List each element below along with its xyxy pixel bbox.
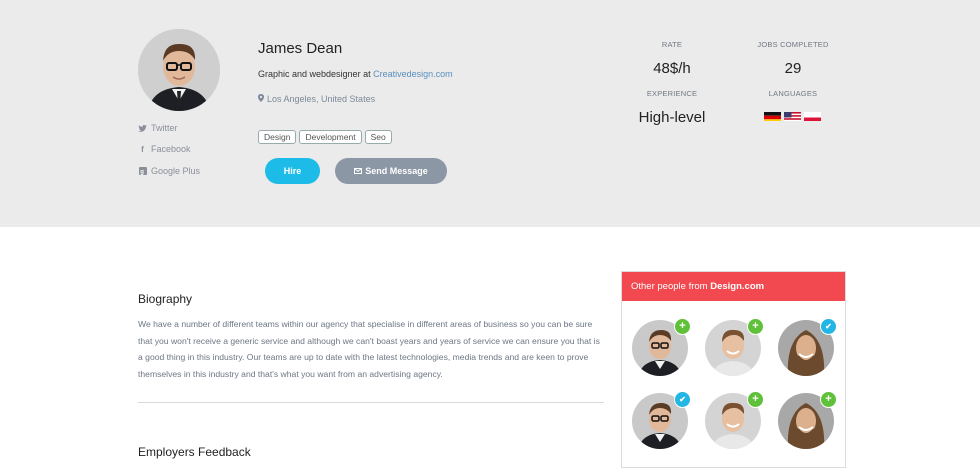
svg-text:g: g bbox=[140, 169, 144, 175]
rate-value: 48$/h bbox=[653, 60, 691, 77]
location-text: Los Angeles, United States bbox=[267, 94, 376, 104]
profile-name: James Dean bbox=[258, 40, 343, 57]
send-message-button[interactable]: Send Message bbox=[335, 158, 447, 184]
skill-tags: Design Development Seo bbox=[258, 130, 392, 144]
profile-role: Graphic and webdesigner at Creativedesig… bbox=[258, 69, 453, 79]
facebook-icon: f bbox=[141, 144, 144, 154]
social-twitter-link[interactable]: Twitter bbox=[138, 123, 178, 133]
jobs-completed-value: 29 bbox=[784, 60, 802, 77]
jobs-completed-label: JOBS COMPLETED bbox=[757, 40, 829, 49]
language-flags bbox=[764, 110, 821, 121]
google-plus-icon: g bbox=[138, 167, 147, 176]
us-flag-icon bbox=[784, 110, 801, 121]
biography-text: We have a number of different teams with… bbox=[138, 319, 600, 379]
plus-icon[interactable]: + bbox=[747, 318, 764, 335]
employers-feedback-title: Employers Feedback bbox=[138, 445, 251, 459]
person-card[interactable]: + bbox=[632, 318, 691, 376]
biography-title: Biography bbox=[138, 292, 193, 306]
german-flag-icon bbox=[764, 110, 781, 121]
other-people-title: Other people from bbox=[631, 281, 708, 292]
facebook-label: Facebook bbox=[151, 144, 191, 154]
person-card[interactable]: + bbox=[705, 391, 764, 449]
send-message-label: Send Message bbox=[365, 166, 428, 176]
experience-value: High-level bbox=[638, 109, 706, 126]
person-card[interactable]: ✔ bbox=[632, 391, 691, 449]
check-icon[interactable]: ✔ bbox=[820, 318, 837, 335]
role-text: Graphic and webdesigner at bbox=[258, 69, 374, 79]
company-link[interactable]: Creativedesign.com bbox=[373, 69, 453, 79]
hire-button[interactable]: Hire bbox=[265, 158, 320, 184]
hire-label: Hire bbox=[283, 166, 302, 176]
envelope-icon bbox=[354, 166, 363, 176]
twitter-label: Twitter bbox=[151, 123, 178, 133]
check-icon[interactable]: ✔ bbox=[674, 391, 691, 408]
tag-seo[interactable]: Seo bbox=[364, 130, 392, 144]
plus-icon[interactable]: + bbox=[747, 391, 764, 408]
other-people-company: Design.com bbox=[710, 281, 765, 292]
person-card[interactable]: + bbox=[778, 391, 837, 449]
profile-header: Twitter f Facebook g Google Plus James D… bbox=[0, 0, 980, 227]
plus-icon[interactable]: + bbox=[820, 391, 837, 408]
experience-label: EXPERIENCE bbox=[646, 89, 698, 98]
rate-label: RATE bbox=[661, 40, 683, 49]
social-google-link[interactable]: g Google Plus bbox=[138, 166, 200, 176]
other-people-header: Other people from Design.com bbox=[622, 272, 845, 301]
plus-icon[interactable]: + bbox=[674, 318, 691, 335]
polish-flag-icon bbox=[804, 110, 821, 121]
other-people-panel: Other people from Design.com + + ✔ ✔ + + bbox=[621, 271, 846, 468]
twitter-icon bbox=[138, 124, 147, 133]
profile-avatar bbox=[138, 29, 220, 111]
social-facebook-link[interactable]: f Facebook bbox=[138, 144, 191, 154]
map-marker-icon bbox=[258, 94, 264, 104]
languages-label: LANGUAGES bbox=[768, 89, 818, 98]
profile-location: Los Angeles, United States bbox=[258, 94, 375, 104]
person-card[interactable]: ✔ bbox=[778, 318, 837, 376]
person-card[interactable]: + bbox=[705, 318, 764, 376]
section-divider bbox=[138, 402, 604, 403]
tag-design[interactable]: Design bbox=[258, 130, 297, 144]
google-plus-label: Google Plus bbox=[151, 166, 201, 176]
tag-development[interactable]: Development bbox=[299, 130, 362, 144]
